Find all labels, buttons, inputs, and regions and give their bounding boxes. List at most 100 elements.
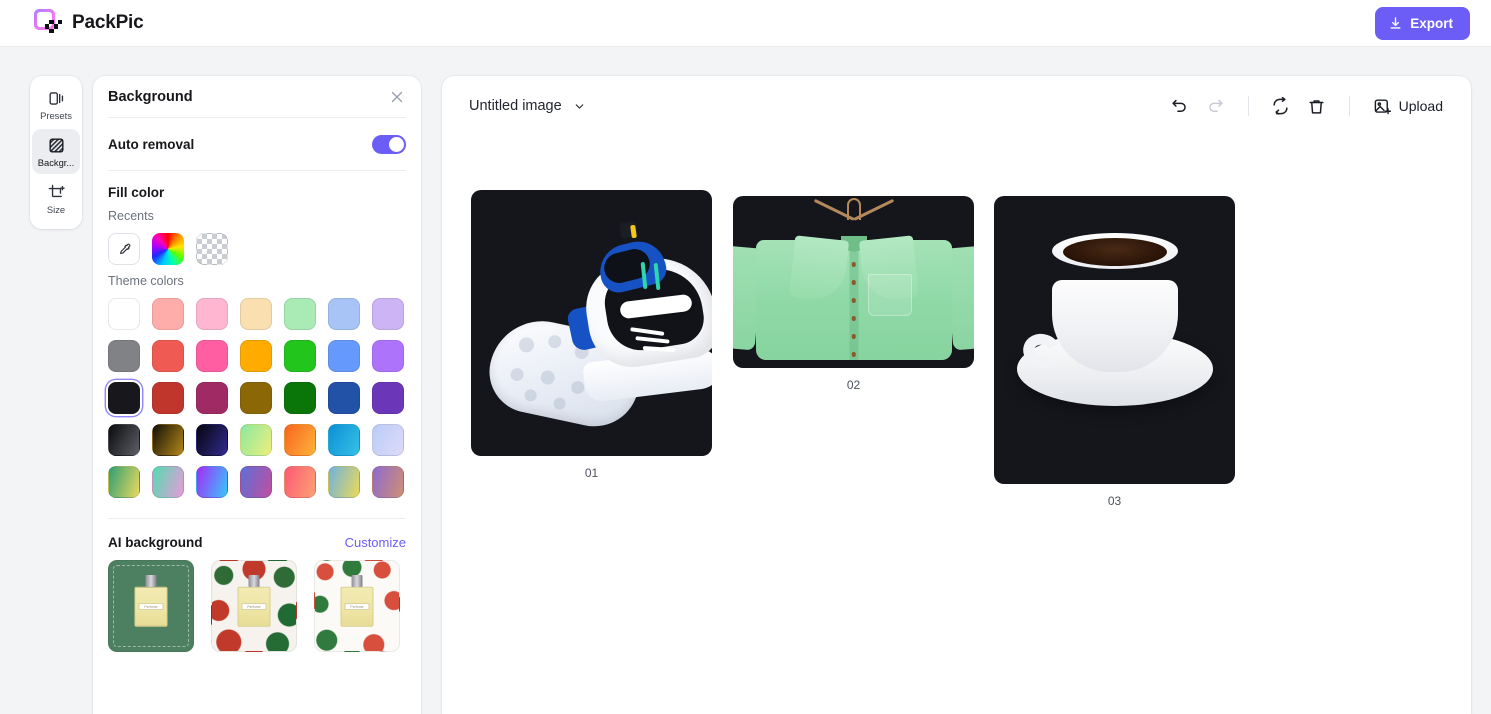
auto-removal-toggle[interactable] <box>372 134 406 154</box>
gradient-swatch[interactable] <box>240 466 272 498</box>
color-swatch[interactable] <box>284 298 316 330</box>
ai-thumbnail[interactable]: Perfume <box>211 560 297 652</box>
color-swatch[interactable] <box>196 382 228 414</box>
sidebar-item-presets[interactable]: Presets <box>32 82 80 127</box>
redo-button[interactable] <box>1201 91 1231 121</box>
reset-button[interactable] <box>1266 91 1296 121</box>
upload-button[interactable]: Upload <box>1367 93 1449 120</box>
canvas-tools: Upload <box>1165 91 1449 121</box>
background-panel: Background Auto removal Fill color Recen… <box>93 76 421 714</box>
color-swatch[interactable] <box>152 382 184 414</box>
sidebar-item-size-label: Size <box>46 203 66 215</box>
gradient-swatch[interactable] <box>372 424 404 456</box>
image-thumbnail-01[interactable] <box>471 190 712 456</box>
gradient-swatch[interactable] <box>152 424 184 456</box>
toolbar-divider <box>1247 96 1249 116</box>
size-icon <box>48 184 65 197</box>
color-swatch[interactable] <box>152 298 184 330</box>
recents-swatches <box>93 223 421 265</box>
canvas-toolbar: Untitled image Upload <box>442 76 1471 136</box>
app-name: PackPic <box>72 12 144 33</box>
color-swatch[interactable] <box>108 298 140 330</box>
color-swatch[interactable] <box>372 298 404 330</box>
close-icon[interactable] <box>388 88 406 106</box>
gradient-swatch[interactable] <box>284 466 316 498</box>
sidebar-item-background[interactable]: Backgr... <box>32 129 80 174</box>
gradient-swatch[interactable] <box>372 466 404 498</box>
image-caption: 01 <box>584 466 599 480</box>
color-swatch[interactable] <box>108 340 140 372</box>
gradient-swatch[interactable] <box>152 466 184 498</box>
packpic-logo-icon <box>34 9 62 37</box>
auto-removal-label: Auto removal <box>108 136 195 152</box>
theme-colors-row-3 <box>93 372 421 414</box>
color-swatch[interactable] <box>372 382 404 414</box>
image-caption: 02 <box>846 378 861 392</box>
color-swatch[interactable] <box>240 382 272 414</box>
toolbar-divider <box>1348 96 1350 116</box>
green-shirt-illustration <box>733 196 974 368</box>
color-swatch[interactable] <box>372 340 404 372</box>
upload-button-label: Upload <box>1398 98 1443 114</box>
recents-label: Recents <box>108 209 154 223</box>
image-thumbnail-02[interactable] <box>733 196 974 368</box>
image-card[interactable]: 02 <box>733 196 974 392</box>
gradient-swatch[interactable] <box>240 424 272 456</box>
color-swatch[interactable] <box>152 340 184 372</box>
color-swatch[interactable] <box>328 340 360 372</box>
gradient-swatch[interactable] <box>328 466 360 498</box>
ai-thumbnail[interactable]: Perfume <box>314 560 400 652</box>
gradient-swatch[interactable] <box>284 424 316 456</box>
gradient-swatch[interactable] <box>108 424 140 456</box>
color-swatch[interactable] <box>240 298 272 330</box>
gradient-swatch[interactable] <box>328 424 360 456</box>
image-card[interactable]: 03 <box>994 196 1235 508</box>
color-swatch[interactable] <box>240 340 272 372</box>
trash-icon <box>1309 99 1324 114</box>
color-swatch[interactable] <box>284 382 316 414</box>
top-bar: PackPic Export <box>0 0 1491 47</box>
delete-button[interactable] <box>1302 91 1332 121</box>
image-add-icon <box>1374 98 1391 114</box>
ai-thumbnail-product-label: Perfume <box>138 603 164 611</box>
image-thumbnail-03[interactable] <box>994 196 1235 484</box>
redo-icon <box>1209 99 1223 112</box>
color-swatch-selected[interactable] <box>108 382 140 414</box>
theme-colors-row-2 <box>93 330 421 372</box>
theme-colors-row-5 <box>93 456 421 498</box>
document-name: Untitled image <box>469 98 562 114</box>
gradient-swatch[interactable] <box>108 466 140 498</box>
color-swatch[interactable] <box>328 382 360 414</box>
color-swatch[interactable] <box>328 298 360 330</box>
app-brand: PackPic <box>34 9 144 37</box>
ai-thumbnail-product-label: Perfume <box>241 603 267 611</box>
transparent-swatch[interactable] <box>196 233 228 265</box>
sidebar-item-background-label: Backgr... <box>37 156 75 168</box>
presets-icon <box>48 92 63 105</box>
gradient-swatch[interactable] <box>196 466 228 498</box>
panel-header: Background <box>93 76 421 117</box>
export-button[interactable]: Export <box>1375 7 1470 40</box>
undo-icon <box>1172 99 1186 112</box>
sidebar-item-size[interactable]: Size <box>32 176 80 221</box>
customize-link[interactable]: Customize <box>345 535 406 550</box>
download-icon <box>1390 17 1401 29</box>
image-card[interactable]: 01 <box>471 190 712 480</box>
image-caption: 03 <box>1107 494 1122 508</box>
color-swatch[interactable] <box>196 340 228 372</box>
sidebar-item-presets-label: Presets <box>40 109 72 121</box>
left-tool-rail: Presets Backgr... Size <box>30 76 82 229</box>
color-wheel-swatch[interactable] <box>152 233 184 265</box>
eyedropper-icon <box>119 243 130 254</box>
color-swatch[interactable] <box>284 340 316 372</box>
theme-colors-row-1 <box>93 288 421 330</box>
image-board: 01 02 03 <box>442 136 1471 714</box>
document-name-dropdown[interactable]: Untitled image <box>469 98 586 114</box>
refresh-icon <box>1273 96 1288 115</box>
ai-thumbnail[interactable]: Perfume <box>108 560 194 652</box>
ai-background-header: AI background Customize <box>93 519 421 550</box>
color-swatch[interactable] <box>196 298 228 330</box>
gradient-swatch[interactable] <box>196 424 228 456</box>
undo-button[interactable] <box>1165 91 1195 121</box>
eyedropper-swatch[interactable] <box>108 233 140 265</box>
